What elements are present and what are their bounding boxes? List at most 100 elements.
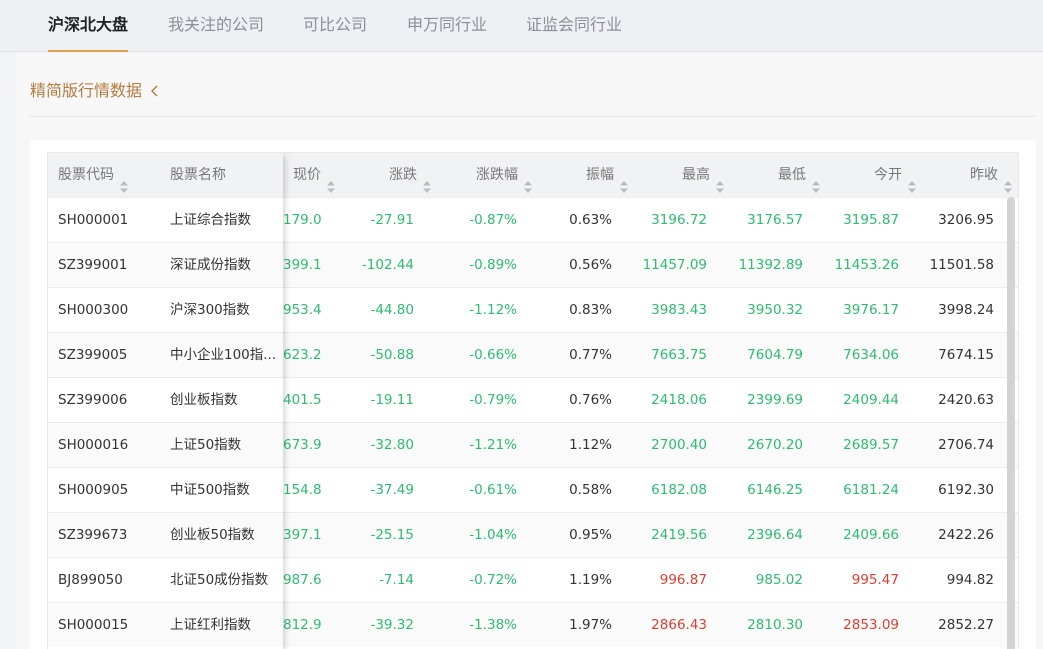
header-label: 今开	[874, 167, 902, 183]
cell-change: -39.32	[370, 617, 414, 633]
header-name[interactable]: 股票名称	[170, 153, 278, 197]
cell-price: 812.95	[283, 617, 321, 633]
chevron-left-icon[interactable]	[148, 80, 162, 102]
table-row-frozen[interactable]: SH000015 上证红利指数	[48, 602, 283, 647]
cell-prev-close: 2422.26	[938, 527, 994, 543]
header-amplitude[interactable]: 振幅	[533, 153, 629, 197]
table-row-frozen[interactable]: BJ899050 北证50成份指数	[48, 557, 283, 602]
cell-amplitude: 0.63%	[569, 212, 612, 228]
cell-open: 11453.26	[834, 257, 899, 273]
cell-open: 6181.24	[843, 482, 899, 498]
table-row-frozen[interactable]: SH000001 上证综合指数	[48, 197, 283, 242]
table-row-frozen[interactable]: SH000016 上证50指数	[48, 422, 283, 467]
cell-price: 953.44	[283, 302, 321, 318]
cell-change-pct: -0.79%	[469, 392, 517, 408]
tab-csrc-industry[interactable]: 证监会同行业	[526, 0, 622, 52]
cell-price: 179.04	[283, 212, 321, 228]
section-header[interactable]: 精简版行情数据	[30, 80, 162, 102]
frozen-header: 股票代码 股票名称	[48, 153, 283, 197]
header-low[interactable]: 最低	[725, 153, 821, 197]
cell-prev-close: 2420.63	[938, 392, 994, 408]
cell-stock-name[interactable]: 深证成份指数	[170, 243, 278, 287]
cell-stock-name[interactable]: 创业板指数	[170, 378, 278, 422]
sort-icon[interactable]	[1003, 168, 1013, 193]
cell-change: -32.80	[370, 437, 414, 453]
header-price[interactable]: 现价	[283, 153, 336, 197]
cell-stock-name[interactable]: 中证500指数	[170, 468, 278, 512]
cell-open: 995.47	[851, 572, 899, 588]
cell-high: 11457.09	[642, 257, 707, 273]
cell-prev-close: 2852.27	[938, 617, 994, 633]
header-label: 股票名称	[170, 167, 226, 183]
header-change[interactable]: 涨跌	[336, 153, 432, 197]
sort-icon[interactable]	[119, 168, 129, 193]
table-row-frozen[interactable]: SZ399673 创业板50指数	[48, 512, 283, 557]
cell-price: 623.28	[283, 347, 321, 363]
cell-stock-code: SZ399006	[58, 392, 128, 408]
cell-change-pct: -1.04%	[469, 527, 517, 543]
cell-stock-name[interactable]: 上证红利指数	[170, 603, 278, 647]
sort-icon[interactable]	[326, 168, 336, 193]
cell-stock-name[interactable]: 创业板50指数	[170, 513, 278, 557]
cell-price: 401.52	[283, 392, 321, 408]
cell-high: 6182.08	[651, 482, 707, 498]
cell-low: 985.02	[755, 572, 803, 588]
section-title: 精简版行情数据	[30, 81, 143, 100]
table-row-frozen[interactable]: SH000905 中证500指数	[48, 467, 283, 512]
header-label: 昨收	[970, 167, 998, 183]
header-high[interactable]: 最高	[629, 153, 725, 197]
cell-amplitude: 0.56%	[569, 257, 612, 273]
cell-amplitude: 0.58%	[569, 482, 612, 498]
table-row-frozen[interactable]: SZ399006 创业板指数	[48, 377, 283, 422]
cell-amplitude: 1.19%	[569, 572, 612, 588]
vertical-scrollbar[interactable]	[1007, 197, 1015, 649]
cell-change-pct: -1.12%	[469, 302, 517, 318]
cell-prev-close: 994.82	[946, 572, 994, 588]
sort-icon[interactable]	[715, 168, 725, 193]
cell-stock-code: SH000001	[58, 212, 129, 228]
cell-low: 6146.25	[747, 482, 803, 498]
header-open[interactable]: 今开	[821, 153, 917, 197]
header-change-pct[interactable]: 涨跌幅	[432, 153, 533, 197]
table-row-frozen[interactable]: SH000300 沪深300指数	[48, 287, 283, 332]
sort-icon[interactable]	[523, 168, 533, 193]
header-label: 最低	[778, 167, 806, 183]
sort-icon[interactable]	[907, 168, 917, 193]
cell-amplitude: 1.97%	[569, 617, 612, 633]
header-prev-close[interactable]: 昨收	[917, 153, 1013, 197]
cell-low: 11392.89	[738, 257, 803, 273]
cell-stock-name[interactable]: 上证50指数	[170, 423, 278, 467]
quote-card: 现价 涨跌 涨跌幅 振幅 最高 最低 今开 昨收 179.04 -27.91 -0.87% 0.63…	[30, 140, 1036, 649]
table-row-frozen[interactable]: SZ399005 中小企业100指...	[48, 332, 283, 377]
cell-stock-name[interactable]: 沪深300指数	[170, 288, 278, 332]
tab-shenwan-industry[interactable]: 申万同行业	[407, 0, 487, 52]
cell-change: -102.44	[361, 257, 414, 273]
cell-stock-name[interactable]: 北证50成份指数	[170, 558, 278, 602]
table-row-frozen[interactable]: SZ399001 深证成份指数	[48, 242, 283, 287]
cell-open: 3976.17	[843, 302, 899, 318]
header-label: 振幅	[586, 167, 614, 183]
sort-icon[interactable]	[811, 168, 821, 193]
cell-stock-code: SZ399005	[58, 347, 128, 363]
tab-comparable-companies[interactable]: 可比公司	[303, 0, 367, 52]
cell-high: 3983.43	[651, 302, 707, 318]
cell-stock-name[interactable]: 中小企业100指...	[170, 333, 278, 377]
sort-icon[interactable]	[422, 168, 432, 193]
header-code[interactable]: 股票代码	[58, 153, 158, 197]
cell-low: 3176.57	[747, 212, 803, 228]
cell-high: 2418.06	[651, 392, 707, 408]
cell-open: 2409.66	[843, 527, 899, 543]
cell-stock-code: BJ899050	[58, 572, 123, 588]
cell-stock-name[interactable]: 上证综合指数	[170, 198, 278, 242]
cell-low: 2810.30	[747, 617, 803, 633]
tab-my-followed-companies[interactable]: 我关注的公司	[168, 0, 264, 52]
cell-amplitude: 0.77%	[569, 347, 612, 363]
cell-stock-code: SH000905	[58, 482, 129, 498]
cell-change-pct: -0.89%	[469, 257, 517, 273]
cell-low: 3950.32	[747, 302, 803, 318]
sort-icon[interactable]	[619, 168, 629, 193]
cell-high: 2700.40	[651, 437, 707, 453]
cell-price: 154.81	[283, 482, 321, 498]
tab-market-overview[interactable]: 沪深北大盘	[48, 0, 129, 52]
cell-change-pct: -1.21%	[469, 437, 517, 453]
